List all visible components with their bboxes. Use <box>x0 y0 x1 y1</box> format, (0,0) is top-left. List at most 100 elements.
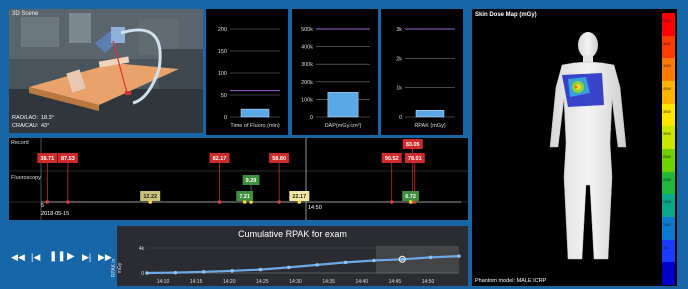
cumulative-x-tick: 14:35 <box>322 279 335 285</box>
marker-value: 78.01 <box>408 156 422 162</box>
skin-dose-map-panel[interactable]: Skin Dose Map (mGy) Phantom model: MALE … <box>472 9 677 286</box>
cumulative-x-tick: 14:25 <box>256 279 269 285</box>
scale-tick-label: 3500 <box>663 109 671 114</box>
cumulative-x-tick: 14:15 <box>190 279 203 285</box>
scale-segment <box>662 217 675 241</box>
marker-value: 22.17 <box>292 194 306 200</box>
scale-tick-label: 2500 <box>663 155 671 159</box>
phantom-model-label: Phantom model: MALE ICRP <box>475 278 547 284</box>
3d-scene-view[interactable]: 3D Scene RAO/LAO: 18.3° CRA/CAU: 43° <box>9 9 203 133</box>
dap-gauge: 500k 400k 300k 200k 100k 0 DAP(mGy.cm²) <box>292 9 378 135</box>
marker-value: 6.72 <box>405 194 416 200</box>
cumulative-x-tick: 14:30 <box>289 279 302 285</box>
scale-tick-label: 1500 <box>663 200 671 205</box>
gauge-tick-label: 0 <box>310 115 313 121</box>
operating-room-illustration <box>9 9 203 133</box>
marker-value: 9.29 <box>246 178 257 184</box>
cumulative-x-tick: 14:45 <box>389 279 402 285</box>
skin-map-title: Skin Dose Map (mGy) <box>475 12 537 18</box>
cumulative-y-tick: 0 <box>141 271 144 277</box>
cumulative-data-point <box>173 270 178 275</box>
cumulative-x-tick: 14:40 <box>355 279 368 285</box>
gauge-tick-label: 400k <box>301 45 313 51</box>
gauge-tick-label: 3k <box>396 27 402 33</box>
scale-segment <box>662 103 675 127</box>
gauge-bar <box>415 110 445 118</box>
cumulative-data-point <box>201 269 206 274</box>
exposure-timeline[interactable]: Record Fluoroscopy 5 2018-05-15 14:50 38… <box>9 138 468 220</box>
rao-lao-value: 18.3° <box>41 115 54 121</box>
cumulative-x-tick: 14:10 <box>157 279 170 285</box>
step-back-button[interactable]: |◀ <box>31 252 40 263</box>
cumulative-data-point <box>428 255 433 260</box>
cumulative-data-point <box>343 260 348 265</box>
scale-tick-label: 2000 <box>663 177 671 182</box>
timeline-event-dot <box>148 200 152 204</box>
scale-tick-label: 0 <box>663 268 665 273</box>
cumulative-data-point <box>400 257 405 262</box>
rpak-gauge: 3k 2k 1k 0 RPAK (mGy) <box>381 9 463 135</box>
gauge-tick-label: 100 <box>218 71 227 77</box>
pause-button[interactable]: ❚❚ <box>49 251 66 262</box>
scale-segment <box>662 13 675 37</box>
scale-segment <box>662 126 675 150</box>
cumulative-x-tick: 14:20 <box>223 279 236 285</box>
scale-tick-label: 3600 <box>663 41 671 46</box>
timeline-event-dot <box>277 200 281 204</box>
gauge-tick-label: 300k <box>301 62 313 68</box>
play-button[interactable]: ▶ <box>67 251 75 262</box>
timeline-event-dot <box>242 200 247 204</box>
scale-tick-label: 4000 <box>663 87 671 91</box>
gauge-tick-label: 100k <box>301 97 313 103</box>
scale-segment <box>662 194 675 218</box>
marker-value: 87.53 <box>61 156 75 162</box>
body-phantom-model[interactable] <box>528 27 648 267</box>
gauge-label: DAP(mGy.cm²) <box>325 123 362 129</box>
cumulative-y-tick: 4k <box>139 246 145 252</box>
cra-cau-label: CRA/CAU: <box>12 123 39 129</box>
timeline-event-dot <box>66 200 70 204</box>
scale-segment <box>662 262 675 286</box>
scale-segment <box>662 35 675 59</box>
gauge-tick-label: 50 <box>221 93 227 99</box>
marker-value: 12.22 <box>143 194 157 200</box>
timeline-event-dot <box>217 200 222 204</box>
scale-tick-label: 1000 <box>663 223 671 227</box>
cumulative-data-point <box>258 267 263 272</box>
fast-forward-button[interactable]: ▶▶ <box>98 252 112 263</box>
scale-tick-label: 3000 <box>663 132 671 137</box>
scene-title: 3D Scene <box>12 11 39 17</box>
cumulative-data-point <box>372 258 376 263</box>
timeline-event-dot <box>297 200 302 204</box>
cumulative-x-tick: 14:50 <box>422 279 435 285</box>
scale-segment <box>662 149 675 173</box>
scale-segment <box>662 171 675 195</box>
rao-lao-label: RAO/LAO: <box>12 115 38 121</box>
marker-value: 7.21 <box>239 194 250 200</box>
gauge-tick-label: 0 <box>399 115 402 121</box>
cumulative-rpak-chart[interactable]: Cumulative RPAK for exam RPAK in mGy 4k 0… <box>111 226 468 286</box>
gauge-tick-label: 200k <box>301 80 313 86</box>
gauge-label: Time of Fluoro (min) <box>230 123 279 129</box>
cumulative-data-point <box>230 269 234 273</box>
dose-color-scale: 5000 3600 3400 4000 3500 3000 2500 2000 1500 1000… <box>662 13 675 286</box>
gauge-bar <box>240 108 270 118</box>
step-forward-button[interactable]: ▶| <box>82 252 91 263</box>
fluoro-time-gauge: 200 150 100 50 0 Time of Fluoro (min) <box>206 9 288 135</box>
cumulative-data-point <box>287 265 291 270</box>
marker-value: 83.05 <box>406 142 420 148</box>
timeline-event-dot <box>45 200 50 204</box>
gauge-tick-label: 200 <box>218 27 227 33</box>
scale-segment <box>662 239 675 263</box>
cumulative-data-point <box>145 271 149 275</box>
gauge-tick-label: 500k <box>301 27 313 33</box>
cumulative-data-point <box>315 263 319 267</box>
playback-controls: ◀◀ |◀ ❚❚ ▶ ▶| ▶▶ <box>9 226 116 286</box>
rewind-button[interactable]: ◀◀ <box>11 252 25 263</box>
timeline-canvas: 38.71 87.53 82.17 58.80 83.05 90.52 78.01 9.29 1… <box>9 138 468 220</box>
marker-value: 90.52 <box>385 156 399 162</box>
gauge-tick-label: 0 <box>224 115 227 121</box>
marker-value: 82.17 <box>213 156 227 162</box>
timeline-event-dot <box>408 200 413 204</box>
gauge-tick-label: 1k <box>396 86 402 92</box>
